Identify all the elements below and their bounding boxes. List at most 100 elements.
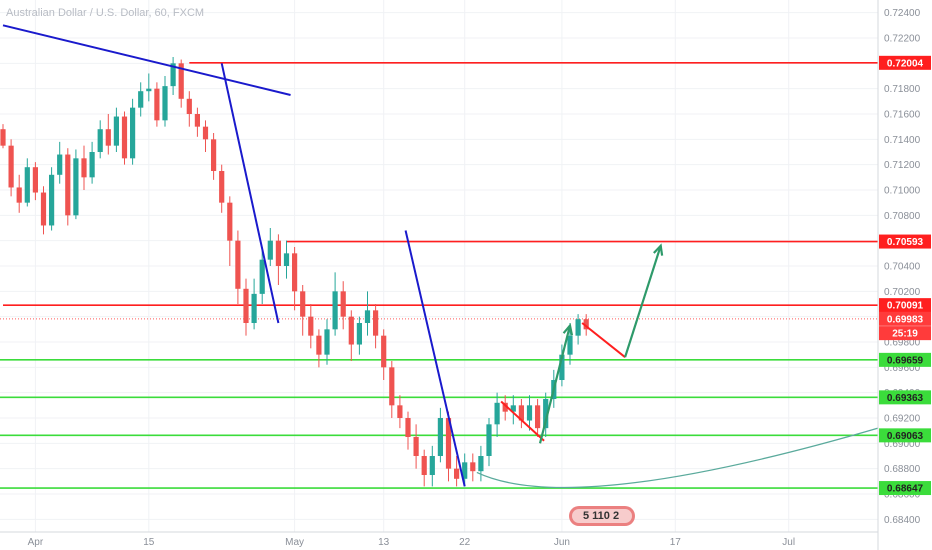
- price-tag[interactable]: 0.69983: [879, 311, 931, 326]
- candle-body: [57, 154, 63, 175]
- candle-body: [356, 323, 362, 345]
- price-tag[interactable]: 0.69363: [879, 390, 931, 405]
- price-tick-label: 0.70800: [884, 211, 921, 222]
- candlestick-chart[interactable]: 0.724000.722000.720000.718000.716000.714…: [0, 0, 932, 550]
- candle-body: [275, 240, 281, 266]
- candle-body: [259, 259, 265, 294]
- price-tag[interactable]: 0.68647: [879, 481, 931, 496]
- candle-body: [389, 367, 395, 406]
- price-tag[interactable]: 0.70091: [879, 298, 931, 313]
- price-tag[interactable]: 0.70593: [879, 234, 931, 249]
- candle-body: [324, 329, 330, 355]
- price-tag-label: 0.69659: [887, 355, 924, 366]
- price-tick-label: 0.72200: [884, 34, 921, 45]
- candle-body: [97, 129, 103, 152]
- candle-body: [429, 456, 435, 475]
- time-tick-label: Apr: [28, 537, 44, 548]
- price-tag-label: 0.69983: [887, 314, 924, 325]
- candle-body: [283, 253, 290, 266]
- candle-body: [567, 335, 573, 355]
- candle-body: [154, 88, 160, 121]
- price-tag-label: 0.70091: [887, 301, 924, 312]
- candle-body: [421, 456, 427, 475]
- trend-line[interactable]: [220, 63, 280, 324]
- candle-body: [397, 405, 403, 418]
- candle-body: [211, 139, 217, 171]
- price-tag-label: 25:19: [892, 329, 918, 340]
- time-tick-label: 22: [459, 537, 471, 548]
- trend-line[interactable]: [2, 24, 291, 96]
- candle-body: [348, 316, 354, 345]
- candle-body: [194, 114, 200, 127]
- time-tick-label: Jun: [554, 537, 570, 548]
- candle-body: [24, 167, 30, 203]
- candle-body: [575, 319, 581, 336]
- candle-body: [494, 402, 500, 425]
- price-tag[interactable]: 0.69659: [879, 352, 931, 367]
- price-tag-label: 0.69063: [887, 431, 924, 442]
- projection-red-segment[interactable]: [581, 322, 626, 358]
- price-tick-label: 0.71200: [884, 160, 921, 171]
- candle-body: [413, 437, 419, 456]
- candle-body: [219, 171, 225, 203]
- candle-body: [340, 291, 346, 317]
- price-tick-label: 0.71000: [884, 186, 921, 197]
- candle-body: [162, 86, 168, 121]
- price-tick-label: 0.70400: [884, 262, 921, 273]
- chart-title: Australian Dollar / U.S. Dollar, 60, FXC…: [6, 7, 204, 19]
- time-tick-label: 15: [143, 537, 155, 548]
- price-tick-label: 0.70200: [884, 287, 921, 298]
- candle-body: [251, 293, 257, 323]
- price-tick-label: 0.68400: [884, 515, 921, 526]
- candle-body: [0, 129, 6, 146]
- candle-body: [138, 91, 144, 108]
- candle-body: [89, 152, 95, 178]
- candle-body: [526, 405, 533, 421]
- candle-body: [73, 158, 79, 216]
- candle-body: [235, 240, 241, 289]
- candle-body: [40, 192, 47, 226]
- price-tag-label: 0.68647: [887, 484, 924, 495]
- projection-green-arrow[interactable]: [624, 245, 662, 358]
- price-tag[interactable]: 0.69063: [879, 428, 931, 443]
- candle-body: [364, 310, 371, 323]
- price-tick-label: 0.71800: [884, 84, 921, 95]
- candle-body: [65, 154, 71, 216]
- price-tick-label: 0.69200: [884, 414, 921, 425]
- watermark-badge: 5 110 2: [569, 506, 635, 526]
- price-tag-label: 0.69363: [887, 393, 924, 404]
- price-tag[interactable]: 25:19: [879, 326, 931, 341]
- candle-body: [243, 288, 249, 323]
- watermark-text: 5 110 2: [583, 510, 619, 522]
- candle-body: [186, 98, 192, 114]
- candle-body: [437, 418, 443, 456]
- time-tick-label: 13: [378, 537, 390, 548]
- candle-body: [308, 316, 314, 336]
- candle-body: [227, 202, 233, 241]
- candle-body: [121, 116, 128, 159]
- time-axis[interactable]: Apr 15 May 13 22 Jun 17 Jul: [0, 531, 878, 548]
- price-tag-label: 0.70593: [887, 237, 924, 248]
- price-tick-label: 0.71400: [884, 135, 921, 146]
- time-tick-label: 17: [670, 537, 682, 548]
- time-tick-label: May: [285, 537, 304, 548]
- arc-curve[interactable]: [476, 427, 879, 489]
- candle-body: [535, 405, 541, 429]
- candle-body: [202, 126, 209, 140]
- candle-body: [32, 167, 38, 193]
- candle-body: [49, 174, 55, 226]
- candle-body: [478, 456, 484, 472]
- candle-body: [113, 116, 119, 146]
- price-axis[interactable]: 0.724000.722000.720000.718000.716000.714…: [877, 0, 931, 550]
- price-tag-label: 0.72004: [887, 58, 924, 69]
- candle-body: [292, 253, 298, 292]
- projection-green-arrow[interactable]: [538, 325, 572, 444]
- candle-body: [381, 335, 387, 368]
- candle-body: [405, 418, 411, 437]
- candle-body: [16, 187, 22, 203]
- candle-body: [105, 129, 111, 146]
- candle-body: [332, 291, 338, 330]
- candle-body: [486, 424, 492, 456]
- candle-body: [470, 462, 476, 472]
- price-tag[interactable]: 0.72004: [879, 55, 931, 70]
